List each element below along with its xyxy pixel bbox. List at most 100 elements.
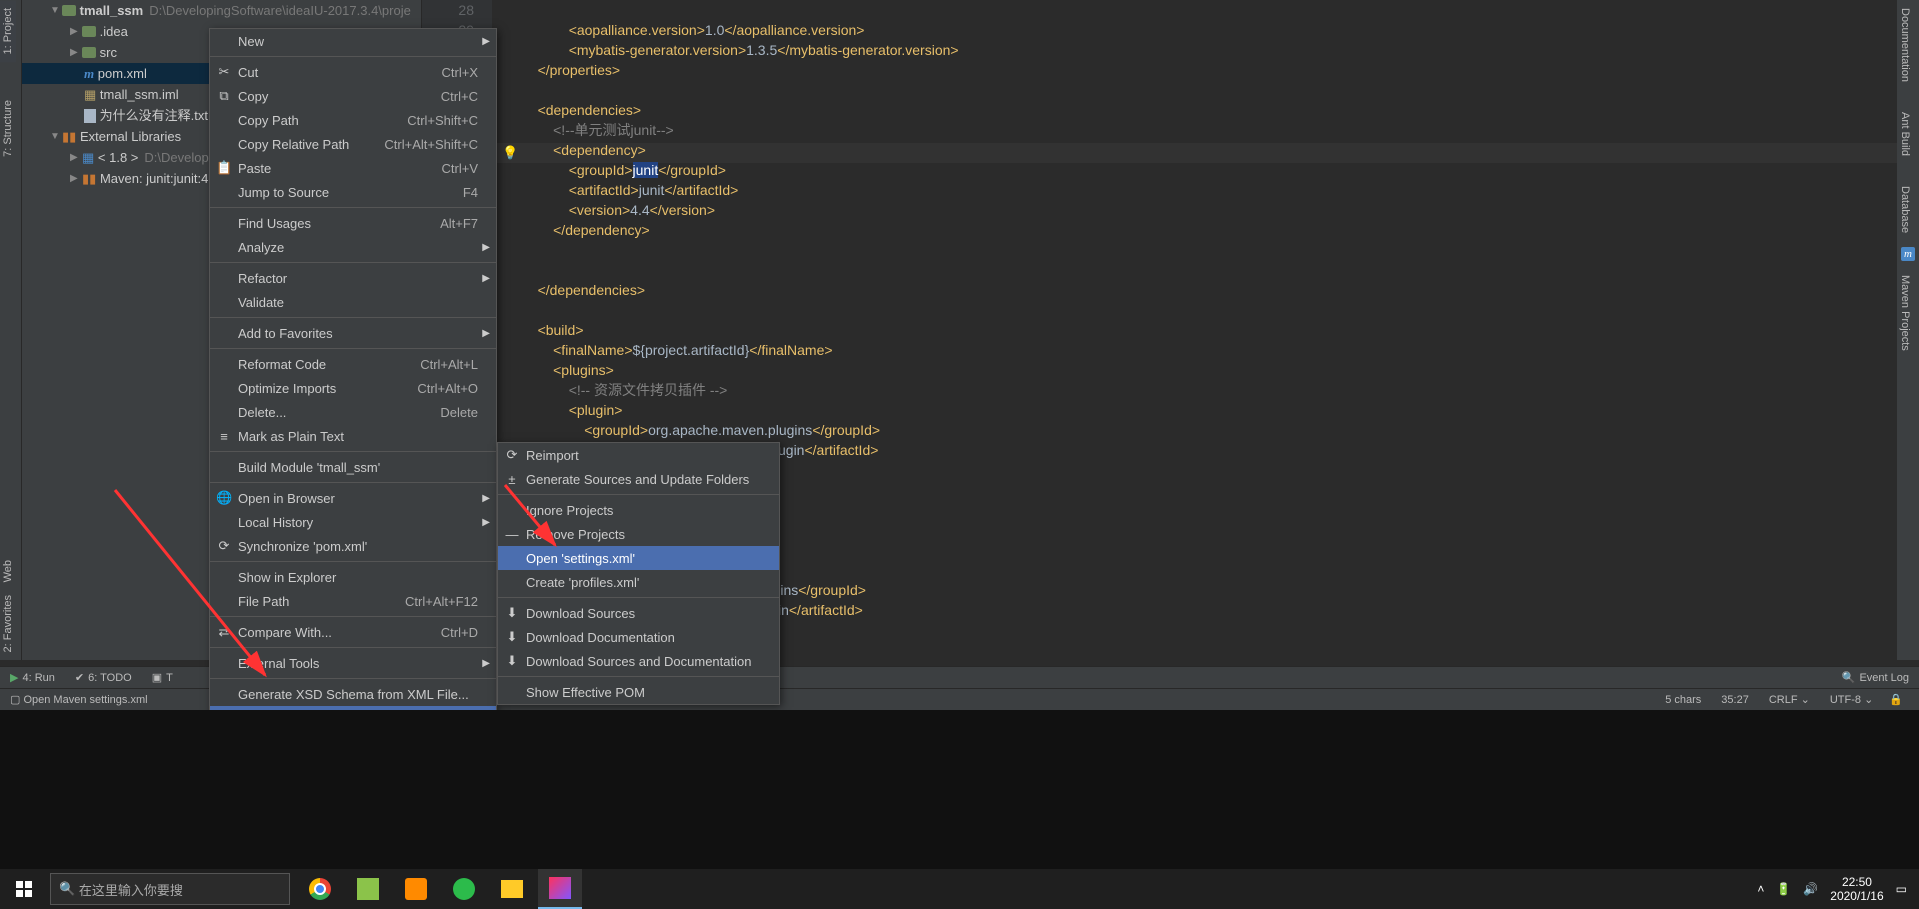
folder-icon [82, 26, 96, 37]
menu-item[interactable]: Optimize ImportsCtrl+Alt+O [210, 376, 496, 400]
menu-item[interactable]: Analyze▶ [210, 235, 496, 259]
menu-item[interactable]: 🌐Open in Browser▶ [210, 486, 496, 510]
menu-shortcut: Ctrl+C [441, 89, 478, 104]
app-pdf[interactable] [394, 869, 438, 909]
menu-item[interactable]: Refactor▶ [210, 266, 496, 290]
menu-item[interactable]: ⟳Reimport [498, 443, 779, 467]
jdk-icon: ▦ [82, 147, 94, 168]
tab-favorites[interactable]: 2: Favorites [0, 587, 16, 660]
context-menu-main[interactable]: New▶ ✂CutCtrl+X⧉CopyCtrl+CCopy PathCtrl+S… [209, 28, 497, 786]
menu-item[interactable]: Copy PathCtrl+Shift+C [210, 108, 496, 132]
app-wechat[interactable] [442, 869, 486, 909]
menu-item[interactable]: ⟳Synchronize 'pom.xml' [210, 534, 496, 558]
menu-item[interactable]: Show Effective POM [498, 680, 779, 704]
app-chrome[interactable] [298, 869, 342, 909]
menu-item[interactable]: ⬇ Download Sources [498, 601, 779, 625]
menu-item[interactable]: ⇄Compare With...Ctrl+D [210, 620, 496, 644]
menu-item[interactable]: ✂CutCtrl+X [210, 60, 496, 84]
menu-label: Download Sources [526, 606, 635, 621]
menu-shortcut: Ctrl+V [442, 161, 478, 176]
tab-database[interactable]: Database [1897, 178, 1913, 241]
tab-web[interactable]: Web [0, 552, 16, 590]
notifications-icon[interactable]: ▭ [1896, 882, 1907, 896]
menu-item[interactable]: Local History▶ [210, 510, 496, 534]
menu-item[interactable]: 📋PasteCtrl+V [210, 156, 496, 180]
menu-item[interactable]: Reformat CodeCtrl+Alt+L [210, 352, 496, 376]
app-intellij[interactable] [538, 869, 582, 909]
tab-todo[interactable]: ✔6: TODO [65, 671, 142, 684]
tab-documentation[interactable]: Documentation [1897, 0, 1913, 90]
menu-item[interactable]: Copy Relative PathCtrl+Alt+Shift+C [210, 132, 496, 156]
status-icon: ▢ [10, 693, 20, 706]
menu-icon: ± [504, 472, 520, 487]
menu-label: Build Module 'tmall_ssm' [238, 460, 380, 475]
taskbar-apps [298, 869, 582, 909]
menu-item[interactable]: Create 'profiles.xml' [498, 570, 779, 594]
menu-shortcut: Ctrl+Alt+F12 [405, 594, 478, 609]
start-button[interactable] [0, 869, 48, 909]
menu-item[interactable]: New▶ [210, 29, 496, 53]
tab-structure[interactable]: 7: Structure [0, 92, 16, 165]
menu-item[interactable]: Validate [210, 290, 496, 314]
menu-item[interactable]: Ignore Projects [498, 498, 779, 522]
library-icon: ▮▮ [62, 126, 76, 147]
menu-label: Generate Sources and Update Folders [526, 472, 749, 487]
menu-label: Open 'settings.xml' [526, 551, 635, 566]
terminal-icon: ▣ [152, 671, 162, 684]
status-caret[interactable]: 35:27 [1711, 694, 1759, 706]
menu-label: Validate [238, 295, 284, 310]
taskbar-search[interactable]: 🔍 在这里输入你要搜 [50, 873, 290, 905]
menu-item[interactable]: ⬇Download Sources and Documentation [498, 649, 779, 673]
windows-icon [16, 881, 32, 897]
menu-item[interactable]: Find UsagesAlt+F7 [210, 211, 496, 235]
menu-item[interactable]: External Tools▶ [210, 651, 496, 675]
menu-item[interactable]: ± Generate Sources and Update Folders [498, 467, 779, 491]
tray-chevron-icon[interactable]: ˄ [1757, 882, 1764, 896]
clock[interactable]: 22:502020/1/16 [1830, 875, 1883, 903]
app-notepadpp[interactable] [346, 869, 390, 909]
menu-item[interactable]: Open 'settings.xml' [498, 546, 779, 570]
status-eol[interactable]: CRLF ⌄ [1759, 693, 1820, 706]
menu-item[interactable]: Jump to SourceF4 [210, 180, 496, 204]
menu-icon: ⬇ [504, 605, 520, 621]
status-message: Open Maven settings.xml [23, 694, 147, 706]
menu-item[interactable]: Generate XSD Schema from XML File... [210, 682, 496, 706]
event-log-button[interactable]: 🔍Event Log [1832, 671, 1919, 684]
menu-item[interactable]: ⬇Download Documentation [498, 625, 779, 649]
volume-icon[interactable]: 🔊 [1803, 882, 1818, 896]
library-icon: ▮▮ [82, 168, 96, 189]
menu-shortcut: Ctrl+Alt+Shift+C [384, 137, 478, 152]
submenu-arrow-icon: ▶ [482, 36, 490, 47]
status-encoding[interactable]: UTF-8 ⌄ [1820, 693, 1883, 706]
tab-maven-projects[interactable]: Maven Projects [1897, 267, 1913, 359]
tree-root[interactable]: ▼ tmall_ssmD:\DevelopingSoftware\ideaIU-… [22, 0, 421, 21]
context-menu-maven[interactable]: ⟳Reimport ± Generate Sources and Update Fo… [497, 442, 780, 705]
menu-item[interactable]: Show in Explorer [210, 565, 496, 589]
menu-item[interactable]: Build Module 'tmall_ssm' [210, 455, 496, 479]
tab-ant[interactable]: Ant Build [1897, 104, 1913, 164]
menu-item[interactable]: ⧉CopyCtrl+C [210, 84, 496, 108]
battery-icon[interactable]: 🔋 [1776, 882, 1791, 896]
menu-label: Download Sources and Documentation [526, 654, 751, 669]
maven-icon: m [84, 63, 94, 84]
run-icon: ▶ [10, 671, 18, 684]
submenu-arrow-icon: ▶ [482, 328, 490, 339]
app-explorer[interactable] [490, 869, 534, 909]
menu-item[interactable]: —Remove Projects [498, 522, 779, 546]
submenu-arrow-icon: ▶ [482, 273, 490, 284]
tab-run[interactable]: ▶4: Run [0, 671, 65, 684]
menu-label: File Path [238, 594, 289, 609]
lock-icon[interactable]: 🔒 [1883, 693, 1909, 706]
menu-item[interactable]: Add to Favorites▶ [210, 321, 496, 345]
menu-shortcut: Ctrl+Alt+L [420, 357, 478, 372]
menu-icon: ⟳ [504, 447, 520, 463]
maven-icon: m [1901, 247, 1915, 261]
menu-item[interactable]: ≡Mark as Plain Text [210, 424, 496, 448]
submenu-arrow-icon: ▶ [482, 493, 490, 504]
tab-terminal[interactable]: ▣T [142, 671, 183, 684]
tab-project[interactable]: 1: Project [0, 0, 16, 62]
menu-label: Create 'profiles.xml' [526, 575, 639, 590]
menu-icon: 📋 [216, 160, 232, 176]
menu-item[interactable]: File Path Ctrl+Alt+F12 [210, 589, 496, 613]
menu-item[interactable]: Delete...Delete [210, 400, 496, 424]
